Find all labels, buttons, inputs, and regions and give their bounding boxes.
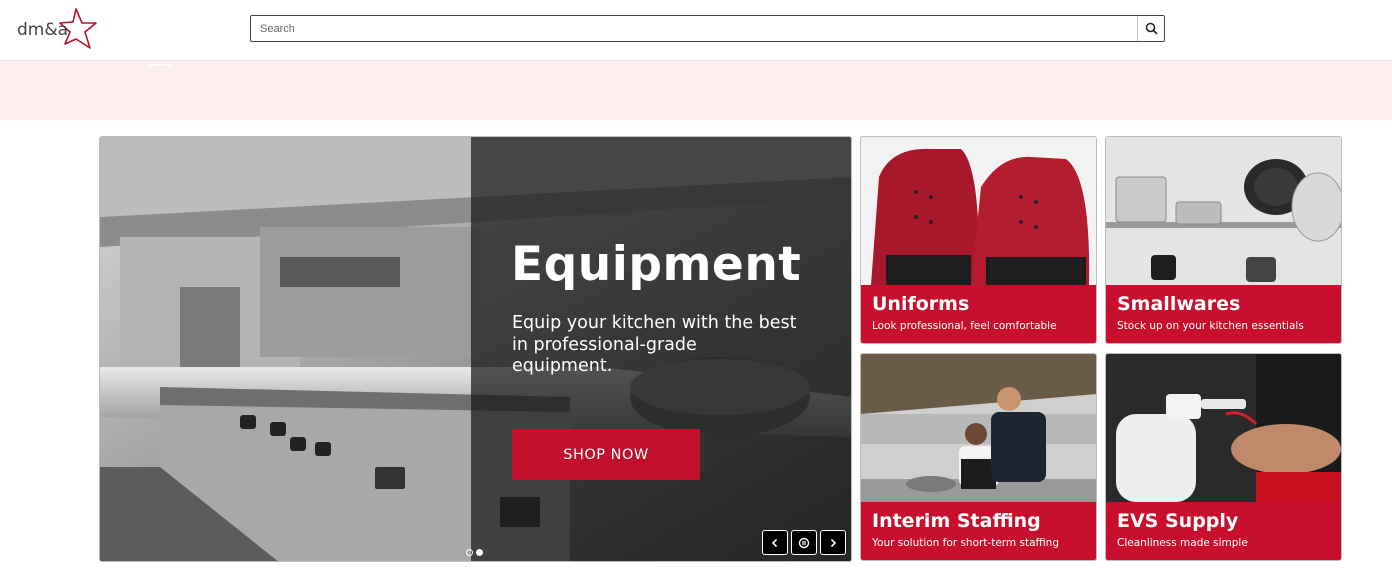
search-bar	[250, 15, 1165, 42]
logo-icon: dm&a	[17, 8, 97, 49]
evs-supply-image	[1106, 354, 1341, 502]
shop-now-button[interactable]: SHOP NOW	[512, 429, 700, 480]
carousel-prev-button[interactable]	[762, 530, 788, 555]
tile-title: Interim Staffing	[872, 510, 1041, 532]
tile-smallwares[interactable]: Smallwares Stock up on your kitchen esse…	[1105, 136, 1342, 344]
svg-text:dm&a: dm&a	[17, 20, 68, 40]
pause-icon	[798, 537, 810, 548]
tile-caption: Smallwares Stock up on your kitchen esse…	[1106, 285, 1341, 343]
hero-carousel: Equipment Equip your kitchen with the be…	[99, 136, 852, 562]
tile-caption: Interim Staffing Your solution for short…	[861, 502, 1096, 560]
search-button[interactable]	[1137, 16, 1164, 41]
search-input[interactable]	[251, 16, 1137, 41]
site-header: dm&a	[0, 0, 1392, 61]
carousel-dot-2[interactable]	[476, 549, 483, 556]
promo-band	[0, 61, 1392, 120]
tile-caption: Uniforms Look professional, feel comfort…	[861, 285, 1096, 343]
carousel-dot-1[interactable]	[466, 549, 473, 556]
chevron-left-icon	[771, 538, 778, 547]
carousel-next-button[interactable]	[820, 530, 846, 555]
tile-uniforms[interactable]: Uniforms Look professional, feel comfort…	[860, 136, 1097, 344]
tile-subtitle: Look professional, feel comfortable	[872, 320, 1057, 332]
tile-evs-supply[interactable]: EVS Supply Cleanliness made simple	[1105, 353, 1342, 561]
hero-subtitle: Equip your kitchen with the best in prof…	[512, 313, 797, 376]
smallwares-image	[1106, 137, 1341, 285]
nav-indicator	[150, 64, 170, 66]
chevron-right-icon	[830, 538, 837, 547]
hero-title: Equipment	[511, 237, 802, 292]
tile-title: Smallwares	[1117, 293, 1241, 315]
uniforms-image	[861, 137, 1096, 285]
tile-interim-staffing[interactable]: Interim Staffing Your solution for short…	[860, 353, 1097, 561]
carousel-pause-button[interactable]	[791, 530, 817, 555]
carousel-dots	[466, 549, 483, 556]
tile-subtitle: Cleanliness made simple	[1117, 537, 1248, 549]
tile-caption: EVS Supply Cleanliness made simple	[1106, 502, 1341, 560]
site-logo[interactable]: dm&a	[16, 6, 98, 52]
tile-subtitle: Your solution for short-term staffing	[872, 537, 1059, 549]
tile-title: EVS Supply	[1117, 510, 1239, 532]
search-icon	[1145, 22, 1158, 35]
tile-subtitle: Stock up on your kitchen essentials	[1117, 320, 1304, 332]
interim-staffing-image	[861, 354, 1096, 502]
tile-title: Uniforms	[872, 293, 970, 315]
